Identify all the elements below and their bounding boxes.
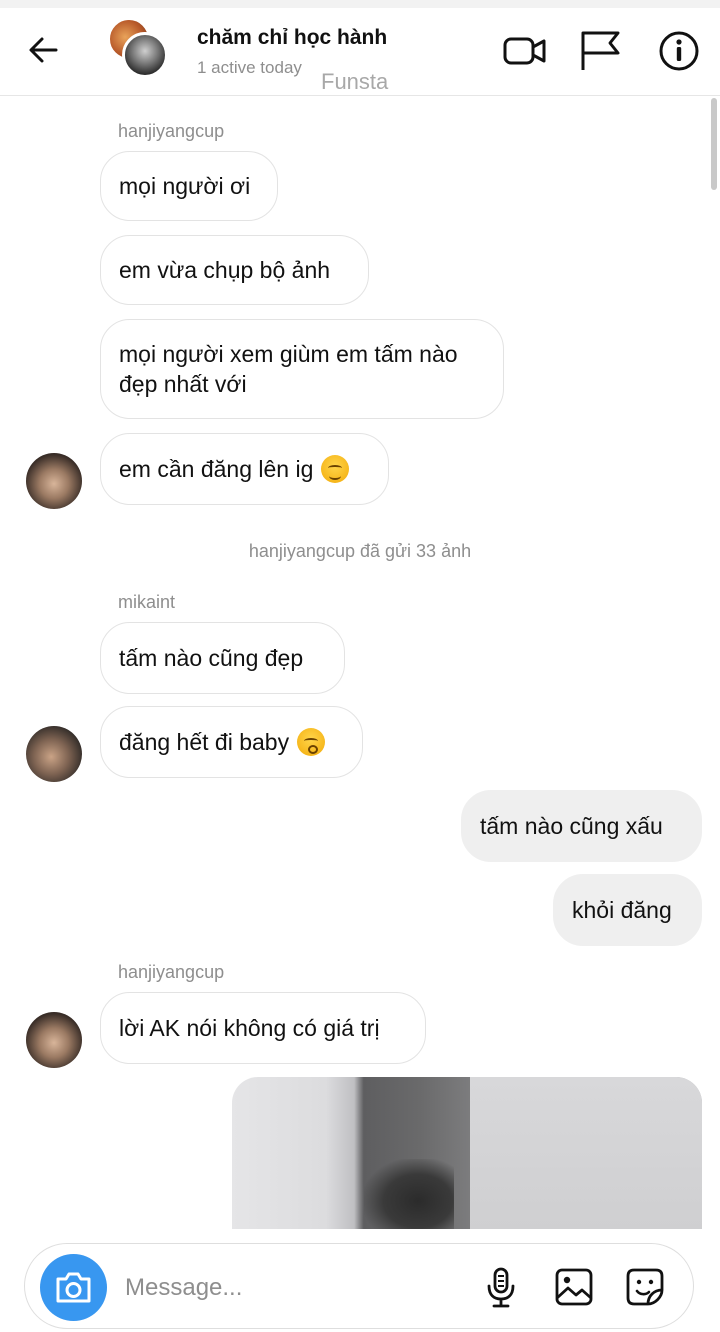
sender-name: mikaint [118, 592, 176, 612]
sticker-icon [626, 1268, 664, 1306]
camera-button[interactable] [40, 1254, 107, 1321]
sender-name: hanjiyangcup [118, 121, 225, 141]
avatar[interactable] [26, 726, 82, 782]
video-call-icon [503, 37, 546, 65]
flag-icon [581, 31, 620, 70]
message-bubble[interactable]: lời AK nói không có giá trị [100, 992, 426, 1064]
info-button[interactable] [656, 28, 702, 74]
video-call-button[interactable] [502, 28, 548, 74]
back-button[interactable] [22, 28, 66, 72]
sender-name: hanjiyangcup [118, 962, 225, 982]
kissing-face-emoji [297, 728, 326, 756]
message-text: đăng hết đi baby [119, 729, 290, 755]
message-text: khỏi đăng [572, 897, 672, 923]
smiling-face-emoji [321, 455, 350, 483]
message-input[interactable] [125, 1270, 455, 1306]
avatar [122, 32, 168, 78]
message-text: tấm nào cũng đẹp [119, 645, 304, 671]
chat-header: chăm chỉ học hành 1 active today Funsta [0, 8, 720, 96]
report-button[interactable] [578, 28, 624, 74]
camera-icon [56, 1272, 91, 1303]
gallery-button[interactable] [553, 1266, 595, 1308]
group-avatar[interactable] [108, 18, 170, 80]
message-bubble[interactable]: em cần đăng lên ig [100, 433, 389, 505]
message-composer [24, 1243, 694, 1329]
message-text: lời AK nói không có giá trị [119, 1015, 380, 1041]
microphone-icon [487, 1267, 515, 1308]
message-text: em cần đăng lên ig [119, 456, 314, 482]
message-bubble[interactable]: mọi người xem giùm em tấm nào đẹp nhất v… [100, 319, 504, 419]
system-note: hanjiyangcup đã gửi 33 ảnh [248, 541, 472, 561]
avatar[interactable] [26, 1012, 82, 1068]
back-arrow-icon [29, 37, 58, 63]
message-text: mọi người xem giùm em tấm nào đẹp nhất v… [119, 341, 458, 397]
gallery-icon [555, 1268, 593, 1306]
my-message-bubble[interactable]: khỏi đăng [553, 874, 702, 946]
shared-photo[interactable] [232, 1077, 702, 1229]
active-status: 1 active today [197, 58, 302, 77]
scrollbar[interactable] [711, 98, 717, 190]
avatar[interactable] [26, 453, 82, 509]
status-bar [0, 0, 720, 8]
chat-title[interactable]: chăm chỉ học hành [197, 26, 387, 50]
overlay-label: Funsta [321, 69, 389, 94]
message-bubble[interactable]: tấm nào cũng đẹp [100, 622, 345, 694]
my-message-bubble[interactable]: tấm nào cũng xấu [461, 790, 702, 862]
message-bubble[interactable]: mọi người ơi [100, 151, 278, 221]
info-icon [659, 31, 699, 71]
message-text: em vừa chụp bộ ảnh [119, 257, 331, 283]
sticker-button[interactable] [624, 1266, 666, 1308]
message-text: tấm nào cũng xấu [480, 813, 663, 839]
voice-message-button[interactable] [480, 1266, 522, 1308]
message-bubble[interactable]: em vừa chụp bộ ảnh [100, 235, 369, 305]
message-text: mọi người ơi [119, 173, 251, 199]
message-bubble[interactable]: đăng hết đi baby [100, 706, 363, 778]
